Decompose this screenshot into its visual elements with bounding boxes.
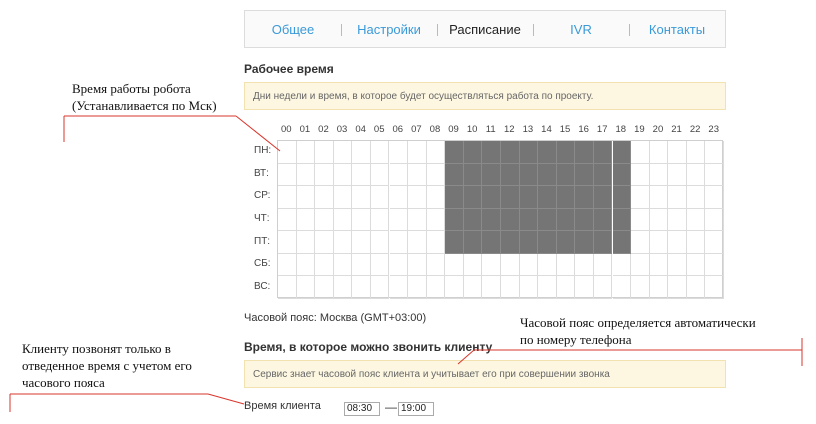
annotation-lines bbox=[9, 115, 803, 412]
callout-client-pointer bbox=[207, 393, 245, 405]
callout-timezone-pointer bbox=[457, 349, 475, 365]
callout-robot-pointer bbox=[235, 115, 281, 152]
